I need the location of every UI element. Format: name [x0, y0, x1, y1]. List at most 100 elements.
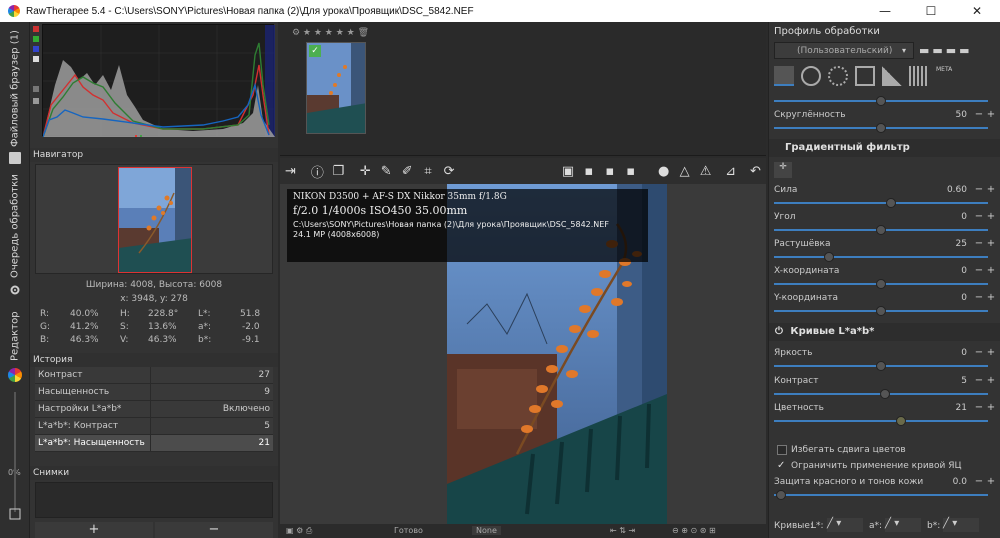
minus-button[interactable]: −: [974, 375, 984, 386]
plus-button[interactable]: +: [986, 375, 996, 386]
metadata-tab-icon[interactable]: META: [936, 66, 956, 86]
gradient-x-slider[interactable]: [774, 279, 988, 289]
gradient-y-slider[interactable]: [774, 306, 988, 316]
gradient-x-value[interactable]: 0: [931, 266, 967, 276]
color-wheel-icon[interactable]: [8, 368, 22, 382]
plus-button[interactable]: +: [986, 238, 996, 249]
zoom-controls-icon[interactable]: ⊖ ⊕ ⊙ ⊛ ⊞: [672, 526, 716, 535]
white-balance-picker-icon[interactable]: ✎: [378, 161, 395, 181]
output-select[interactable]: None: [472, 526, 501, 535]
checkmark-icon[interactable]: ✓: [309, 45, 321, 57]
protect-red-slider[interactable]: [774, 490, 988, 500]
crop-icon[interactable]: ⌗: [420, 161, 437, 181]
roundness-slider[interactable]: [774, 123, 988, 133]
history-row[interactable]: Контраст 27: [35, 367, 273, 384]
close-button[interactable]: ✕: [954, 0, 1000, 22]
curve-b-button[interactable]: ╱ ▾: [943, 518, 979, 532]
plus-button[interactable]: +: [986, 347, 996, 358]
lab-chromaticity-value[interactable]: 21: [931, 403, 967, 413]
fullscreen-icon[interactable]: [9, 508, 21, 520]
blue-channel-toggle[interactable]: [33, 46, 39, 52]
folder-icon[interactable]: [9, 152, 21, 164]
minus-button[interactable]: −: [974, 211, 984, 222]
gradient-feather-value[interactable]: 25: [931, 239, 967, 249]
lab-curves-header[interactable]: ⏻ Кривые L*a*b*: [769, 323, 1000, 341]
plus-button[interactable]: +: [986, 211, 996, 222]
transform-tab-icon[interactable]: [882, 66, 902, 86]
shadow-clipping-icon[interactable]: △: [676, 161, 693, 181]
protect-red-value[interactable]: 0.0: [931, 477, 967, 487]
luminance-channel-toggle[interactable]: [33, 56, 39, 62]
gradient-feather-slider[interactable]: [774, 252, 988, 262]
rating-stars[interactable]: ⚙ ★ ★ ★ ★ ★ 🗑: [292, 28, 369, 38]
minus-button[interactable]: −: [974, 238, 984, 249]
hand-tool-icon[interactable]: ✛: [357, 161, 374, 181]
maximize-button[interactable]: ☐: [908, 0, 954, 22]
lab-chromaticity-slider[interactable]: [774, 416, 988, 426]
gradient-angle-value[interactable]: 0: [931, 212, 967, 222]
highlight-clipping-icon[interactable]: ⚠: [697, 161, 714, 181]
plus-button[interactable]: +: [986, 292, 996, 303]
add-snapshot-button[interactable]: +: [35, 522, 153, 538]
gradient-angle-slider[interactable]: [774, 225, 988, 235]
histogram-mode-toggle[interactable]: [33, 98, 39, 104]
raw-tab-icon[interactable]: [909, 66, 929, 86]
advanced-tab-icon[interactable]: [855, 66, 875, 86]
snapshots-list[interactable]: [35, 482, 273, 518]
zoom-slider[interactable]: [14, 392, 16, 512]
plus-button[interactable]: +: [986, 476, 996, 487]
feather-slider[interactable]: [774, 96, 988, 106]
filmstrip-thumbnail[interactable]: ✓: [306, 42, 366, 134]
tab-queue[interactable]: Очередь обработки: [4, 170, 26, 282]
tab-editor[interactable]: Редактор: [4, 304, 26, 368]
gradient-y-value[interactable]: 0: [931, 293, 967, 303]
minus-button[interactable]: −: [974, 292, 984, 303]
undo-icon[interactable]: ↶: [747, 161, 764, 181]
collapse-left-icon[interactable]: ⇥: [282, 161, 299, 181]
straighten-icon[interactable]: ⟳: [441, 161, 458, 181]
history-row[interactable]: Насыщенность 9: [35, 384, 273, 401]
tab-file-browser[interactable]: Файловый браузер (1): [4, 28, 26, 150]
curve-l-button[interactable]: ╱ ▾: [827, 518, 863, 532]
lab-lightness-value[interactable]: 0: [931, 348, 967, 358]
roundness-minus-button[interactable]: −: [974, 109, 984, 120]
gradient-strength-slider[interactable]: [774, 198, 988, 208]
image-preview[interactable]: NIKON D3500 + AF-S DX Nikkor 35mm f/1.8G…: [280, 184, 766, 524]
raw-histogram-toggle[interactable]: [33, 86, 39, 92]
minus-button[interactable]: −: [974, 265, 984, 276]
power-icon[interactable]: ⏻: [775, 326, 783, 337]
exposure-tab-icon[interactable]: [774, 66, 794, 86]
minus-button[interactable]: −: [974, 184, 984, 195]
lab-contrast-slider[interactable]: [774, 389, 988, 399]
plus-button[interactable]: +: [986, 184, 996, 195]
gradient-edit-icon[interactable]: ✛: [774, 162, 792, 178]
plus-button[interactable]: +: [986, 402, 996, 413]
nav-arrows-icon[interactable]: ⇤ ⇅ ⇥: [610, 526, 635, 535]
info-icon[interactable]: ⓘ: [309, 161, 326, 181]
gradient-strength-value[interactable]: 0.60: [931, 185, 967, 195]
history-row-selected[interactable]: L*a*b*: Насыщенность 21: [35, 435, 273, 452]
curve-a-button[interactable]: ╱ ▾: [885, 518, 921, 532]
green-channel-toggle[interactable]: [33, 36, 39, 42]
channel-red-icon[interactable]: ▪: [580, 161, 597, 181]
profile-select[interactable]: (Пользовательский): [774, 42, 914, 59]
minimize-button[interactable]: —: [862, 0, 908, 22]
navigator-thumbnail[interactable]: [118, 167, 192, 273]
gradient-filter-header[interactable]: Градиентный фильтр: [769, 139, 1000, 157]
channel-blue-icon[interactable]: ▪: [622, 161, 639, 181]
save-icon[interactable]: ▣ ⚙ ⎙: [286, 526, 312, 536]
color-picker-icon[interactable]: ✐: [399, 161, 416, 181]
lab-lightness-slider[interactable]: [774, 361, 988, 371]
history-row[interactable]: Настройки L*a*b* Включено: [35, 401, 273, 418]
lab-contrast-value[interactable]: 5: [931, 376, 967, 386]
minus-button[interactable]: −: [974, 402, 984, 413]
minus-button[interactable]: −: [974, 347, 984, 358]
before-after-icon[interactable]: ❐: [330, 161, 347, 181]
minus-button[interactable]: −: [974, 476, 984, 487]
profile-actions-icon[interactable]: ▬▬▬▬: [919, 44, 973, 57]
roundness-value[interactable]: 50: [931, 110, 967, 120]
history-row[interactable]: L*a*b*: Контраст 5: [35, 418, 273, 435]
limit-curve-checkbox[interactable]: ✓: [777, 460, 785, 471]
preview-mode-icon[interactable]: ▣: [560, 161, 577, 181]
navigator-preview[interactable]: [35, 164, 273, 274]
